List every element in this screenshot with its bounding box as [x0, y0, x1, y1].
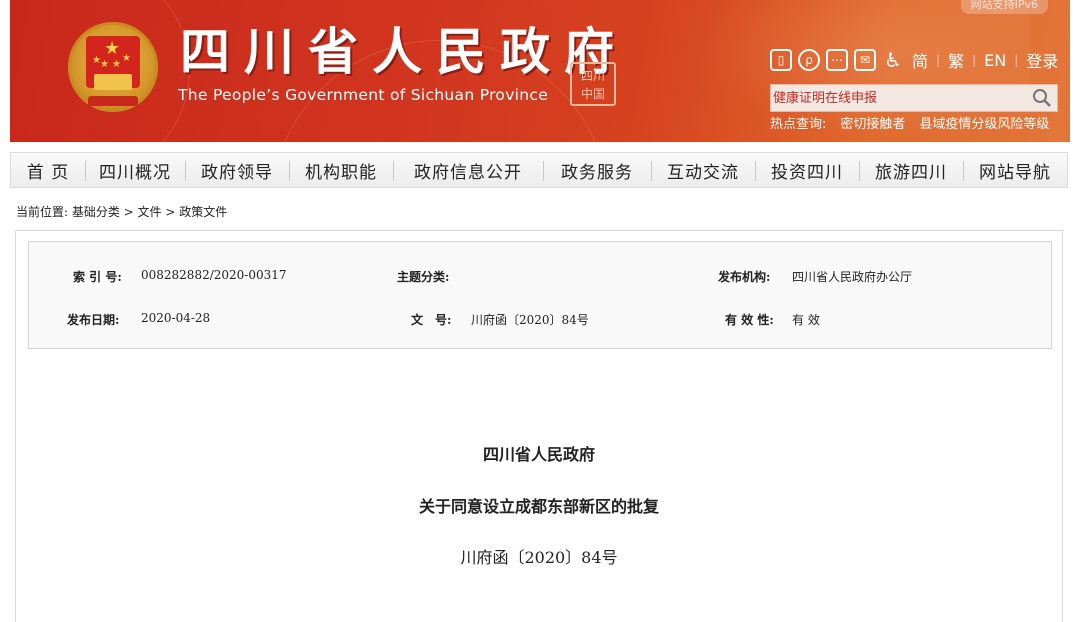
hot-label: 热点查询:	[770, 117, 827, 132]
main-nav: 首 页 四川概况 政府领导 机构职能 政府信息公开 政务服务 互动交流 投资四川…	[10, 152, 1068, 188]
divider: |	[972, 53, 977, 67]
nav-item-overview[interactable]: 四川概况	[85, 153, 185, 187]
divider: |	[1014, 53, 1019, 67]
nav-item-services[interactable]: 政务服务	[543, 153, 651, 187]
divider: |	[936, 53, 941, 67]
document-org: 四川省人民政府	[482, 445, 595, 464]
weibo-icon[interactable]: ρ	[798, 49, 820, 71]
publisher-label: 发布机构:	[718, 270, 771, 284]
index-value: 008282882/2020-00317	[141, 268, 287, 282]
validity-value: 有 效	[792, 313, 820, 327]
lang-traditional[interactable]: 繁	[946, 48, 966, 72]
search-icon	[1033, 89, 1051, 107]
nav-item-functions[interactable]: 机构职能	[289, 153, 393, 187]
publisher-value: 四川省人民政府办公厅	[792, 270, 913, 284]
docno-label: 文 号:	[411, 313, 452, 327]
docno-value: 川府函〔2020〕84号	[471, 313, 589, 327]
document-number: 川府函〔2020〕84号	[460, 548, 618, 567]
nav-item-info-disclosure[interactable]: 政府信息公开	[393, 153, 543, 187]
accessibility-icon[interactable]: ♿	[882, 49, 904, 71]
document-meta: 索 引 号: 008282882/2020-00317 主题分类: 发布机构: …	[28, 241, 1052, 349]
date-label: 发布日期:	[67, 313, 120, 327]
hot-link[interactable]: 密切接触者	[840, 113, 905, 132]
index-label: 索 引 号:	[73, 270, 122, 284]
validity-label: 有 效 性:	[725, 313, 774, 327]
breadcrumb: 当前位置: 基础分类 > 文件 > 政策文件	[16, 205, 228, 219]
lang-english[interactable]: EN	[982, 51, 1008, 70]
seal-logo: 四川 中国	[570, 62, 616, 106]
header-banner: 网站支持IPv6 ★ ★ ★ ★ ★ 四川省人民政府 The People’s …	[10, 0, 1070, 142]
mail-icon[interactable]: ✉	[854, 49, 876, 71]
site-subtitle: The People’s Government of Sichuan Provi…	[178, 86, 549, 104]
login-link[interactable]: 登录	[1024, 48, 1060, 72]
hot-search: 热点查询: 密切接触者 县域疫情分级风险等级	[770, 113, 1049, 132]
search-input[interactable]	[771, 85, 1027, 111]
hot-link[interactable]: 县域疫情分级风险等级	[919, 113, 1049, 132]
national-emblem-icon: ★ ★ ★ ★ ★	[68, 22, 158, 112]
nav-item-sitemap[interactable]: 网站导航	[963, 153, 1067, 187]
site-title[interactable]: 四川省人民政府	[180, 22, 628, 82]
date-value: 2020-04-28	[141, 311, 211, 325]
header-tools: ▯ ρ ⋯ ✉ ♿ 简 | 繁 | EN | 登录	[770, 48, 1060, 72]
nav-item-tourism[interactable]: 旅游四川	[859, 153, 963, 187]
document-title: 关于同意设立成都东部新区的批复	[418, 497, 659, 516]
wechat-icon[interactable]: ⋯	[826, 49, 848, 71]
nav-item-interaction[interactable]: 互动交流	[651, 153, 755, 187]
mobile-icon[interactable]: ▯	[770, 49, 792, 71]
search-box	[770, 84, 1058, 112]
lang-simplified[interactable]: 简	[910, 48, 930, 72]
nav-item-leaders[interactable]: 政府领导	[185, 153, 289, 187]
topic-label: 主题分类:	[397, 270, 450, 284]
document-panel: 索 引 号: 008282882/2020-00317 主题分类: 发布机构: …	[15, 230, 1063, 622]
search-button[interactable]	[1027, 85, 1057, 111]
nav-item-home[interactable]: 首 页	[11, 153, 85, 187]
nav-item-invest[interactable]: 投资四川	[755, 153, 859, 187]
ipv6-badge: 网站支持IPv6	[960, 0, 1048, 14]
